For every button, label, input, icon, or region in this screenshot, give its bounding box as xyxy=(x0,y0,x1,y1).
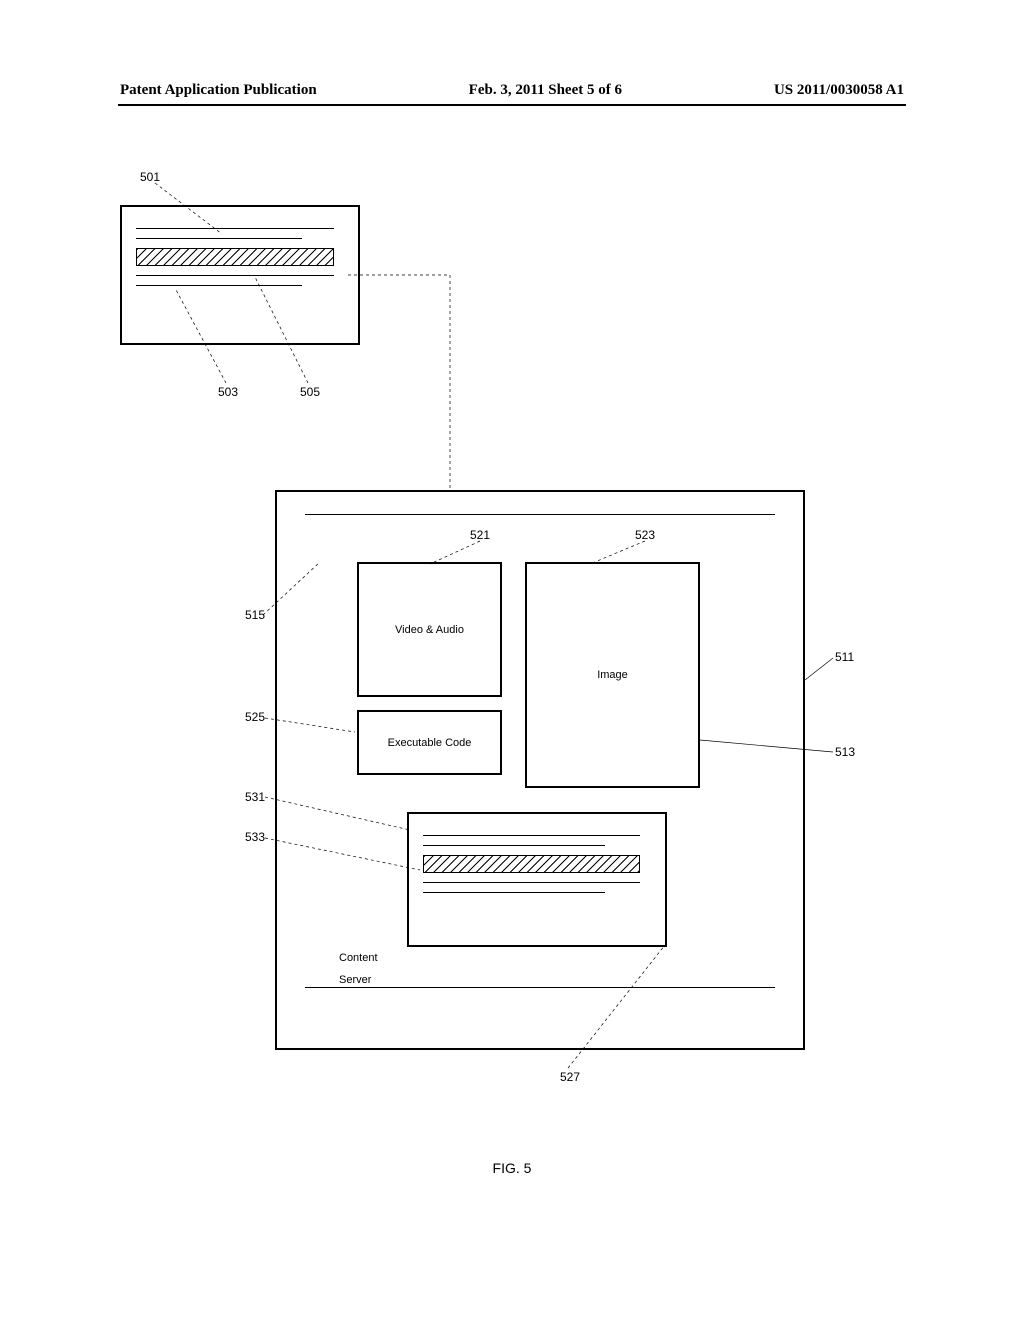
image-box-label: Image xyxy=(597,669,628,681)
label-513: 513 xyxy=(835,745,855,759)
header-right: US 2011/0030058 A1 xyxy=(774,82,904,99)
highlighted-bar xyxy=(423,855,640,873)
video-audio-box: Video & Audio xyxy=(357,562,502,697)
text-line xyxy=(136,285,302,286)
label-523: 523 xyxy=(635,528,655,542)
server-label: Server xyxy=(339,974,371,986)
label-503: 503 xyxy=(218,385,238,399)
text-line xyxy=(136,275,334,276)
label-525: 525 xyxy=(245,710,265,724)
page-header: Patent Application Publication Feb. 3, 2… xyxy=(120,82,904,99)
label-531: 531 xyxy=(245,790,265,804)
video-audio-label: Video & Audio xyxy=(395,624,464,636)
figure-caption: FIG. 5 xyxy=(0,1160,1024,1176)
text-line xyxy=(423,892,605,893)
label-521: 521 xyxy=(470,528,490,542)
browser-window-small xyxy=(120,205,360,345)
text-line xyxy=(423,845,605,846)
text-line xyxy=(136,238,302,239)
label-527: 527 xyxy=(560,1070,580,1084)
label-501: 501 xyxy=(140,170,160,184)
executable-code-box: Executable Code xyxy=(357,710,502,775)
figure-area: Video & Audio Executable Code Image Cont… xyxy=(0,150,1024,1150)
iframe-box xyxy=(407,812,667,947)
text-line xyxy=(136,228,334,229)
header-rule xyxy=(118,104,906,106)
header-center: Feb. 3, 2011 Sheet 5 of 6 xyxy=(469,82,622,99)
bottom-rule xyxy=(305,987,775,988)
content-label: Content xyxy=(339,952,378,964)
executable-code-label: Executable Code xyxy=(388,737,472,749)
text-line xyxy=(423,882,640,883)
image-box: Image xyxy=(525,562,700,788)
text-line xyxy=(423,835,640,836)
label-505: 505 xyxy=(300,385,320,399)
highlighted-link-bar xyxy=(136,248,334,266)
top-rule xyxy=(305,514,775,515)
webpage-frame: Video & Audio Executable Code Image Cont… xyxy=(275,490,805,1050)
label-515: 515 xyxy=(245,608,265,622)
label-511: 511 xyxy=(835,650,854,664)
label-533: 533 xyxy=(245,830,265,844)
header-left: Patent Application Publication xyxy=(120,82,317,99)
